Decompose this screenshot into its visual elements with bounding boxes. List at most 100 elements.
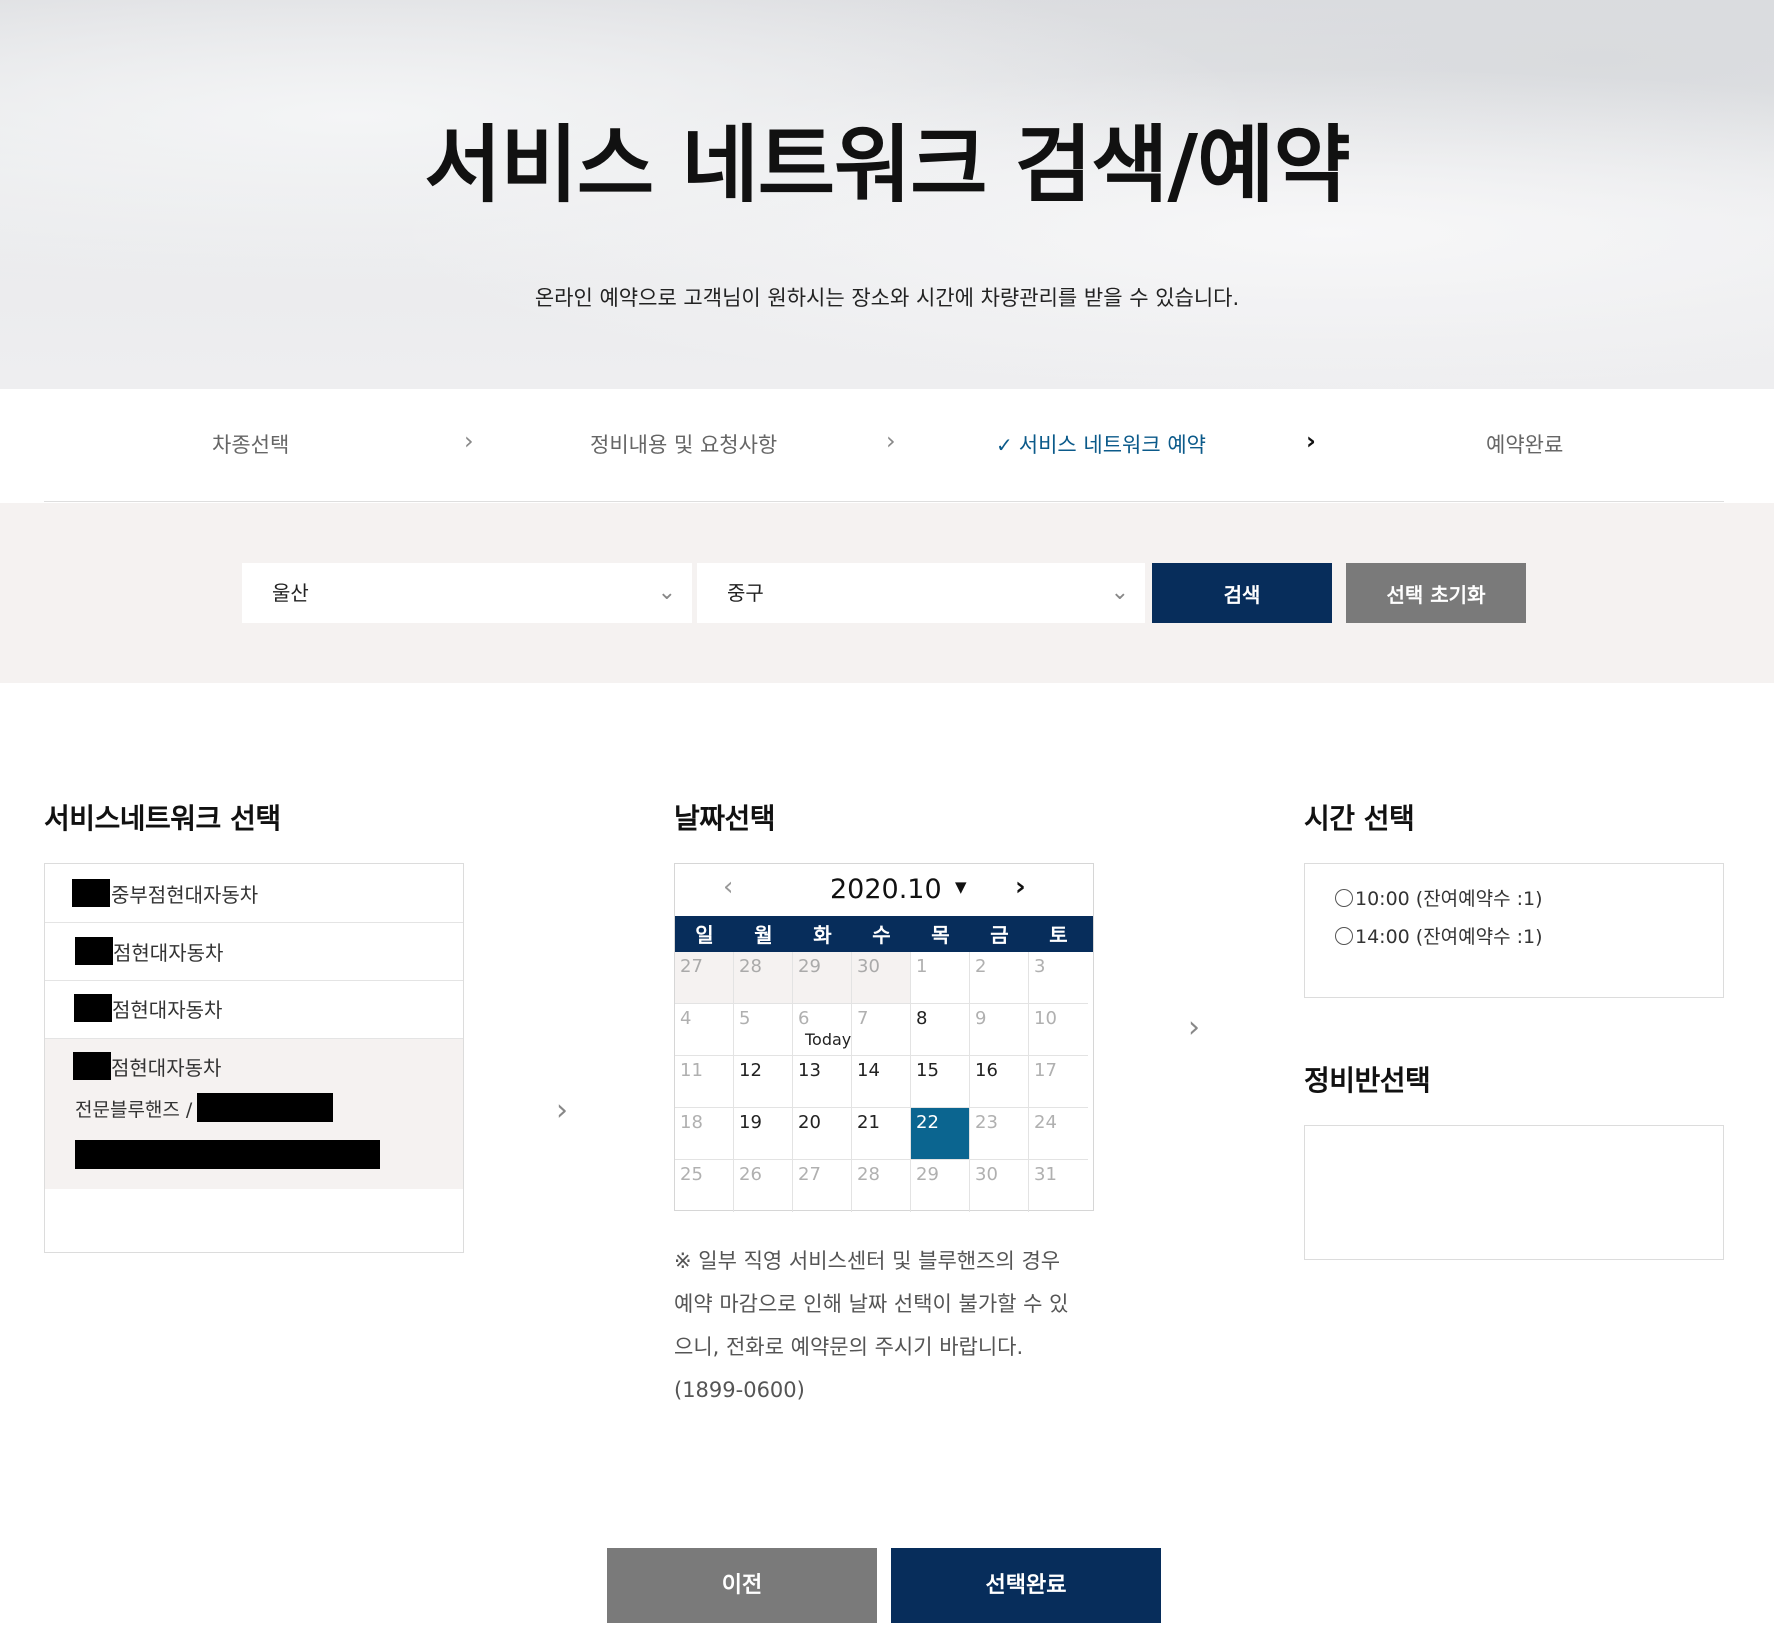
network-item-name: 점현대자동차 — [111, 1056, 222, 1080]
next-month-icon[interactable]: › — [1015, 872, 1026, 902]
notice-phone: (1899-0600) — [674, 1378, 805, 1402]
calendar-day-number: 6 — [798, 1008, 810, 1029]
calendar-day[interactable]: 12 — [734, 1056, 793, 1108]
step-network-label: 서비스 네트워크 예약 — [1018, 433, 1206, 457]
time-option[interactable]: 14:00 (잔여예약수 :1) — [1335, 922, 1543, 949]
redacted-block — [75, 937, 113, 965]
notice-line: 예약 마감으로 인해 날짜 선택이 불가할 수 있 — [674, 1292, 1069, 1316]
calendar-day[interactable]: 14 — [852, 1056, 911, 1108]
bay-section-title: 정비반선택 — [1304, 1064, 1431, 1097]
redacted-block — [74, 994, 112, 1022]
complete-button[interactable]: 선택완료 — [891, 1548, 1161, 1623]
chevron-down-icon: ⌄ — [1110, 580, 1129, 605]
date-calendar: ‹ 2020.10 ▼ › 일 월 화 수 목 금 토 27 28 29 30 … — [674, 863, 1094, 1212]
network-item[interactable]: 점현대자동차 — [45, 923, 463, 981]
calendar-day: 28 — [852, 1160, 911, 1212]
network-item[interactable]: 중부점현대자동차 — [45, 864, 463, 923]
calendar-day: 3 — [1029, 952, 1088, 1004]
calendar-day: 30 — [852, 952, 911, 1004]
time-option-label: 14:00 (잔여예약수 :1) — [1355, 926, 1543, 948]
network-item-name: 점현대자동차 — [113, 941, 224, 965]
step-vehicle: 차종선택 — [212, 433, 290, 457]
calendar-day: 7 — [852, 1004, 911, 1056]
notice-line: 으니, 전화로 예약문의 주시기 바랍니다. — [674, 1335, 1024, 1359]
radio-icon[interactable] — [1335, 927, 1353, 945]
calendar-day: 23 — [970, 1108, 1029, 1160]
calendar-day-today: 6 Today — [793, 1004, 852, 1056]
date-section-title: 날짜선택 — [674, 802, 776, 835]
chevron-right-icon: › — [556, 1093, 568, 1128]
weekday-header: 일 월 화 수 목 금 토 — [675, 916, 1093, 952]
step-network-active: ✓ 서비스 네트워크 예약 — [996, 429, 1206, 459]
calendar-day[interactable]: 20 — [793, 1108, 852, 1160]
time-options: 10:00 (잔여예약수 :1) 14:00 (잔여예약수 :1) — [1304, 863, 1724, 998]
radio-icon[interactable] — [1335, 889, 1353, 907]
step-maintenance: 정비내용 및 요청사항 — [590, 433, 778, 457]
redacted-block — [72, 879, 110, 907]
chevron-down-icon: ⌄ — [657, 580, 676, 605]
region-select[interactable]: 울산 ⌄ — [242, 563, 692, 623]
network-item[interactable]: 점현대자동차 — [45, 981, 463, 1039]
calendar-day: 29 — [793, 952, 852, 1004]
reset-button[interactable]: 선택 초기화 — [1346, 563, 1526, 623]
calendar-day: 30 — [970, 1160, 1029, 1212]
calendar-day: 10 — [1029, 1004, 1088, 1056]
network-item-selected[interactable]: 점현대자동차 전문블루핸즈 / — [45, 1039, 463, 1189]
prev-month-icon[interactable]: ‹ — [723, 872, 733, 902]
search-bar: 울산 ⌄ 중구 ⌄ 검색 선택 초기화 — [0, 503, 1774, 683]
check-icon: ✓ — [996, 433, 1013, 457]
calendar-month[interactable]: 2020.10 — [830, 874, 942, 905]
district-select[interactable]: 중구 ⌄ — [697, 563, 1145, 623]
calendar-day[interactable]: 21 — [852, 1108, 911, 1160]
notice-line: ※ 일부 직영 서비스센터 및 블루핸즈의 경우 — [674, 1249, 1061, 1273]
district-select-value: 중구 — [727, 581, 764, 605]
chevron-right-icon: › — [1188, 1010, 1200, 1045]
weekday-label: 목 — [931, 923, 950, 947]
network-section-title: 서비스네트워크 선택 — [44, 802, 281, 835]
calendar-day: 18 — [675, 1108, 734, 1160]
step-complete: 예약완료 — [1486, 433, 1564, 457]
calendar-day: 11 — [675, 1056, 734, 1108]
weekday-label: 수 — [872, 923, 891, 947]
region-select-value: 울산 — [272, 581, 309, 605]
calendar-day: 31 — [1034, 1164, 1057, 1185]
prev-button[interactable]: 이전 — [607, 1548, 877, 1623]
progress-steps: 차종선택 › 정비내용 및 요청사항 › ✓ 서비스 네트워크 예약 › 예약완료 — [44, 389, 1724, 502]
calendar-day: 28 — [734, 952, 793, 1004]
calendar-day: 29 — [911, 1160, 970, 1212]
calendar-day[interactable]: 13 — [793, 1056, 852, 1108]
network-item-type: 전문블루핸즈 / — [75, 1099, 193, 1121]
calendar-day: 17 — [1029, 1056, 1088, 1108]
search-button[interactable]: 검색 — [1152, 563, 1332, 623]
calendar-day[interactable]: 16 — [970, 1056, 1029, 1108]
booking-notice: ※ 일부 직영 서비스센터 및 블루핸즈의 경우 예약 마감으로 인해 날짜 선… — [674, 1240, 1104, 1412]
network-item-name: 중부점현대자동차 — [111, 883, 259, 907]
bay-options — [1304, 1125, 1724, 1260]
calendar-day[interactable]: 15 — [911, 1056, 970, 1108]
network-list: 중부점현대자동차 점현대자동차 점현대자동차 점현대자동차 전문블루핸즈 / — [44, 863, 464, 1253]
chevron-right-icon: › — [464, 427, 474, 455]
calendar-day[interactable]: 8 — [911, 1004, 970, 1056]
caret-down-icon[interactable]: ▼ — [955, 878, 967, 896]
weekday-label: 일 — [695, 923, 714, 947]
calendar-day-selected[interactable]: 22 — [911, 1108, 970, 1160]
chevron-right-icon: › — [1306, 427, 1316, 455]
calendar-day[interactable]: 19 — [734, 1108, 793, 1160]
weekday-label: 금 — [990, 923, 1009, 947]
network-item-name: 점현대자동차 — [112, 998, 223, 1022]
time-section-title: 시간 선택 — [1304, 802, 1415, 835]
calendar-day: 25 — [675, 1160, 734, 1212]
redacted-block — [197, 1093, 333, 1122]
redacted-block — [75, 1140, 380, 1169]
calendar-day: 1 — [911, 952, 970, 1004]
time-option-label: 10:00 (잔여예약수 :1) — [1355, 888, 1543, 910]
calendar-day: 26 — [734, 1160, 793, 1212]
calendar-day: 2 — [970, 952, 1029, 1004]
calendar-day: 9 — [970, 1004, 1029, 1056]
weekday-label: 토 — [1049, 923, 1068, 947]
weekday-label: 화 — [813, 923, 832, 947]
chevron-right-icon: › — [886, 427, 896, 455]
calendar-day: 4 — [675, 1004, 734, 1056]
time-option[interactable]: 10:00 (잔여예약수 :1) — [1335, 884, 1543, 911]
weekday-label: 월 — [754, 923, 773, 947]
